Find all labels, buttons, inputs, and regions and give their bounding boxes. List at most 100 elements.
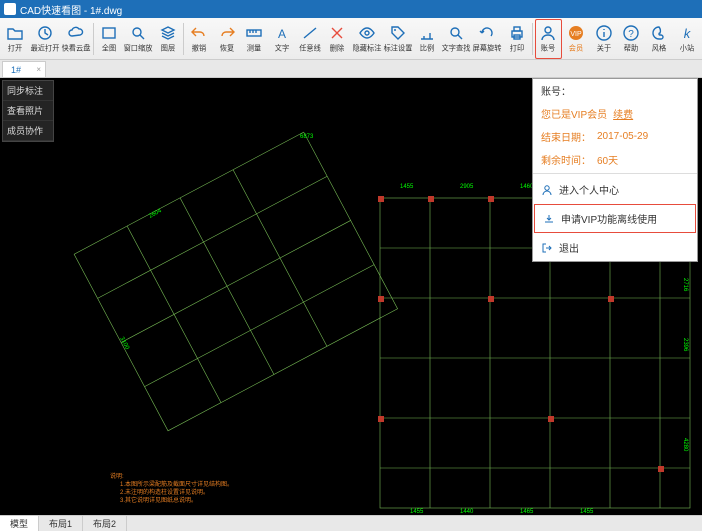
tool-site[interactable]: k小站 bbox=[673, 19, 700, 59]
layout-tab[interactable]: 布局1 bbox=[39, 516, 83, 531]
file-tabs: 1# × bbox=[0, 60, 702, 78]
tool-label: 撤销 bbox=[192, 43, 206, 53]
tool-label: 删除 bbox=[330, 43, 344, 53]
tool-label: 文字 bbox=[275, 43, 289, 53]
tool-label: 全图 bbox=[102, 43, 116, 53]
user-icon bbox=[541, 184, 553, 196]
svg-text:A: A bbox=[278, 27, 286, 41]
svg-text:说明:: 说明: bbox=[110, 472, 124, 480]
layout-tab[interactable]: 布局2 bbox=[83, 516, 127, 531]
dd-remaining: 剩余时间： 60天 bbox=[533, 148, 697, 171]
tool-rotate[interactable]: 屏幕旋转 bbox=[472, 19, 502, 59]
tool-label: 屏幕旋转 bbox=[473, 43, 502, 53]
svg-text:2905: 2905 bbox=[460, 184, 474, 190]
tool-text[interactable]: A 文字 bbox=[269, 19, 296, 59]
scale-icon bbox=[418, 24, 436, 42]
svg-text:2604: 2604 bbox=[148, 208, 163, 220]
svg-text:1455: 1455 bbox=[580, 509, 594, 515]
app-icon bbox=[4, 3, 16, 15]
tool-anno[interactable]: 标注设置 bbox=[383, 19, 413, 59]
search-icon bbox=[447, 24, 465, 42]
svg-text:VIP: VIP bbox=[570, 31, 582, 38]
close-icon[interactable]: × bbox=[36, 65, 41, 74]
dd-vip-status: 您已是VIP会员 续费 bbox=[533, 102, 697, 125]
layers-icon bbox=[159, 24, 177, 42]
redo-icon bbox=[218, 24, 236, 42]
tool-label: 恢复 bbox=[220, 43, 234, 53]
toolbar-separator bbox=[93, 23, 94, 55]
tool-skin[interactable]: 风格 bbox=[646, 19, 673, 59]
k-icon: k bbox=[678, 24, 696, 42]
rect-icon bbox=[100, 24, 118, 42]
tool-label: 图层 bbox=[160, 43, 174, 53]
svg-text:1455: 1455 bbox=[400, 184, 414, 190]
tool-find[interactable]: 文字查找 bbox=[441, 19, 471, 59]
palette-icon bbox=[650, 24, 668, 42]
tool-measure[interactable]: 测量 bbox=[241, 19, 268, 59]
layout-tab[interactable]: 模型 bbox=[0, 516, 39, 531]
eye-icon bbox=[358, 24, 376, 42]
tool-help[interactable]: ?帮助 bbox=[618, 19, 645, 59]
svg-text:6873: 6873 bbox=[300, 134, 314, 140]
side-panel: 同步标注查看照片成员协作 bbox=[2, 80, 54, 142]
layout-tabs: 模型布局1布局2 bbox=[0, 515, 702, 531]
tool-hide[interactable]: 隐藏标注 bbox=[352, 19, 382, 59]
toolbar-separator bbox=[183, 23, 184, 55]
dd-logout[interactable]: 退出 bbox=[533, 234, 697, 261]
tool-open[interactable]: 打开 bbox=[2, 19, 29, 59]
tool-redo[interactable]: 恢复 bbox=[213, 19, 240, 59]
info-icon bbox=[595, 24, 613, 42]
tool-label: 最近打开 bbox=[30, 43, 59, 53]
svg-text:1440: 1440 bbox=[460, 509, 474, 515]
tool-label: 标注设置 bbox=[383, 43, 412, 53]
tool-label: 账号 bbox=[541, 43, 555, 53]
dd-profile[interactable]: 进入个人中心 bbox=[533, 176, 697, 203]
workspace[interactable]: 6873 2604 3100 14552905 14601440 1465 27… bbox=[0, 78, 702, 515]
side-item[interactable]: 同步标注 bbox=[3, 81, 53, 101]
dd-apply-offline[interactable]: 申请VIP功能离线使用 bbox=[534, 204, 696, 233]
tool-about[interactable]: 关于 bbox=[590, 19, 617, 59]
svg-text:1.本图所示梁配筋及截面尺寸详见结构图。: 1.本图所示梁配筋及截面尺寸详见结构图。 bbox=[120, 480, 233, 488]
tool-vip[interactable]: VIP 会员 bbox=[563, 19, 590, 59]
svg-text:2396: 2396 bbox=[682, 338, 688, 352]
svg-text:4280: 4280 bbox=[682, 438, 688, 452]
tool-label: 文字查找 bbox=[442, 43, 471, 53]
tool-full[interactable]: 全图 bbox=[96, 19, 123, 59]
dd-end-date: 结束日期： 2017-05-29 bbox=[533, 125, 697, 148]
clock-icon bbox=[36, 24, 54, 42]
tool-cloud[interactable]: 快看云盘 bbox=[61, 19, 91, 59]
x-icon bbox=[328, 24, 346, 42]
dd-account: 账号： bbox=[533, 79, 697, 102]
side-item[interactable]: 查看照片 bbox=[3, 101, 53, 121]
tool-undo[interactable]: 撤销 bbox=[186, 19, 213, 59]
tool-scale[interactable]: 比例 bbox=[414, 19, 441, 59]
side-item[interactable]: 成员协作 bbox=[3, 121, 53, 141]
tool-recent[interactable]: 最近打开 bbox=[30, 19, 60, 59]
tool-label: 比例 bbox=[420, 43, 434, 53]
tool-account[interactable]: 账号 bbox=[535, 19, 562, 59]
help-icon: ? bbox=[622, 24, 640, 42]
svg-text:1465: 1465 bbox=[520, 509, 534, 515]
A-icon: A bbox=[273, 24, 291, 42]
tool-delete[interactable]: 删除 bbox=[324, 19, 351, 59]
tool-window[interactable]: 窗口缩放 bbox=[123, 19, 153, 59]
tool-line[interactable]: 任意线 bbox=[296, 19, 323, 59]
tool-layer[interactable]: 图层 bbox=[154, 19, 181, 59]
file-tab[interactable]: 1# × bbox=[2, 61, 46, 77]
tool-label: 隐藏标注 bbox=[352, 43, 381, 53]
line-icon bbox=[301, 24, 319, 42]
tool-label: 小站 bbox=[680, 43, 694, 53]
window-title: CAD快速看图 - 1#.dwg bbox=[20, 2, 122, 17]
renew-link[interactable]: 续费 bbox=[613, 106, 633, 121]
tool-label: 风格 bbox=[652, 43, 666, 53]
tag-icon bbox=[389, 24, 407, 42]
svg-text:?: ? bbox=[629, 29, 635, 40]
rotate-icon bbox=[478, 24, 496, 42]
svg-text:2716: 2716 bbox=[682, 278, 688, 292]
zoom-icon bbox=[129, 24, 147, 42]
tool-print[interactable]: 打印 bbox=[503, 19, 530, 59]
tool-label: 会员 bbox=[569, 43, 583, 53]
svg-text:3.其它说明详见图纸总说明。: 3.其它说明详见图纸总说明。 bbox=[120, 496, 197, 504]
ruler-icon bbox=[245, 24, 263, 42]
account-dropdown: 账号： 您已是VIP会员 续费 结束日期： 2017-05-29 剩余时间： 6… bbox=[532, 78, 698, 262]
